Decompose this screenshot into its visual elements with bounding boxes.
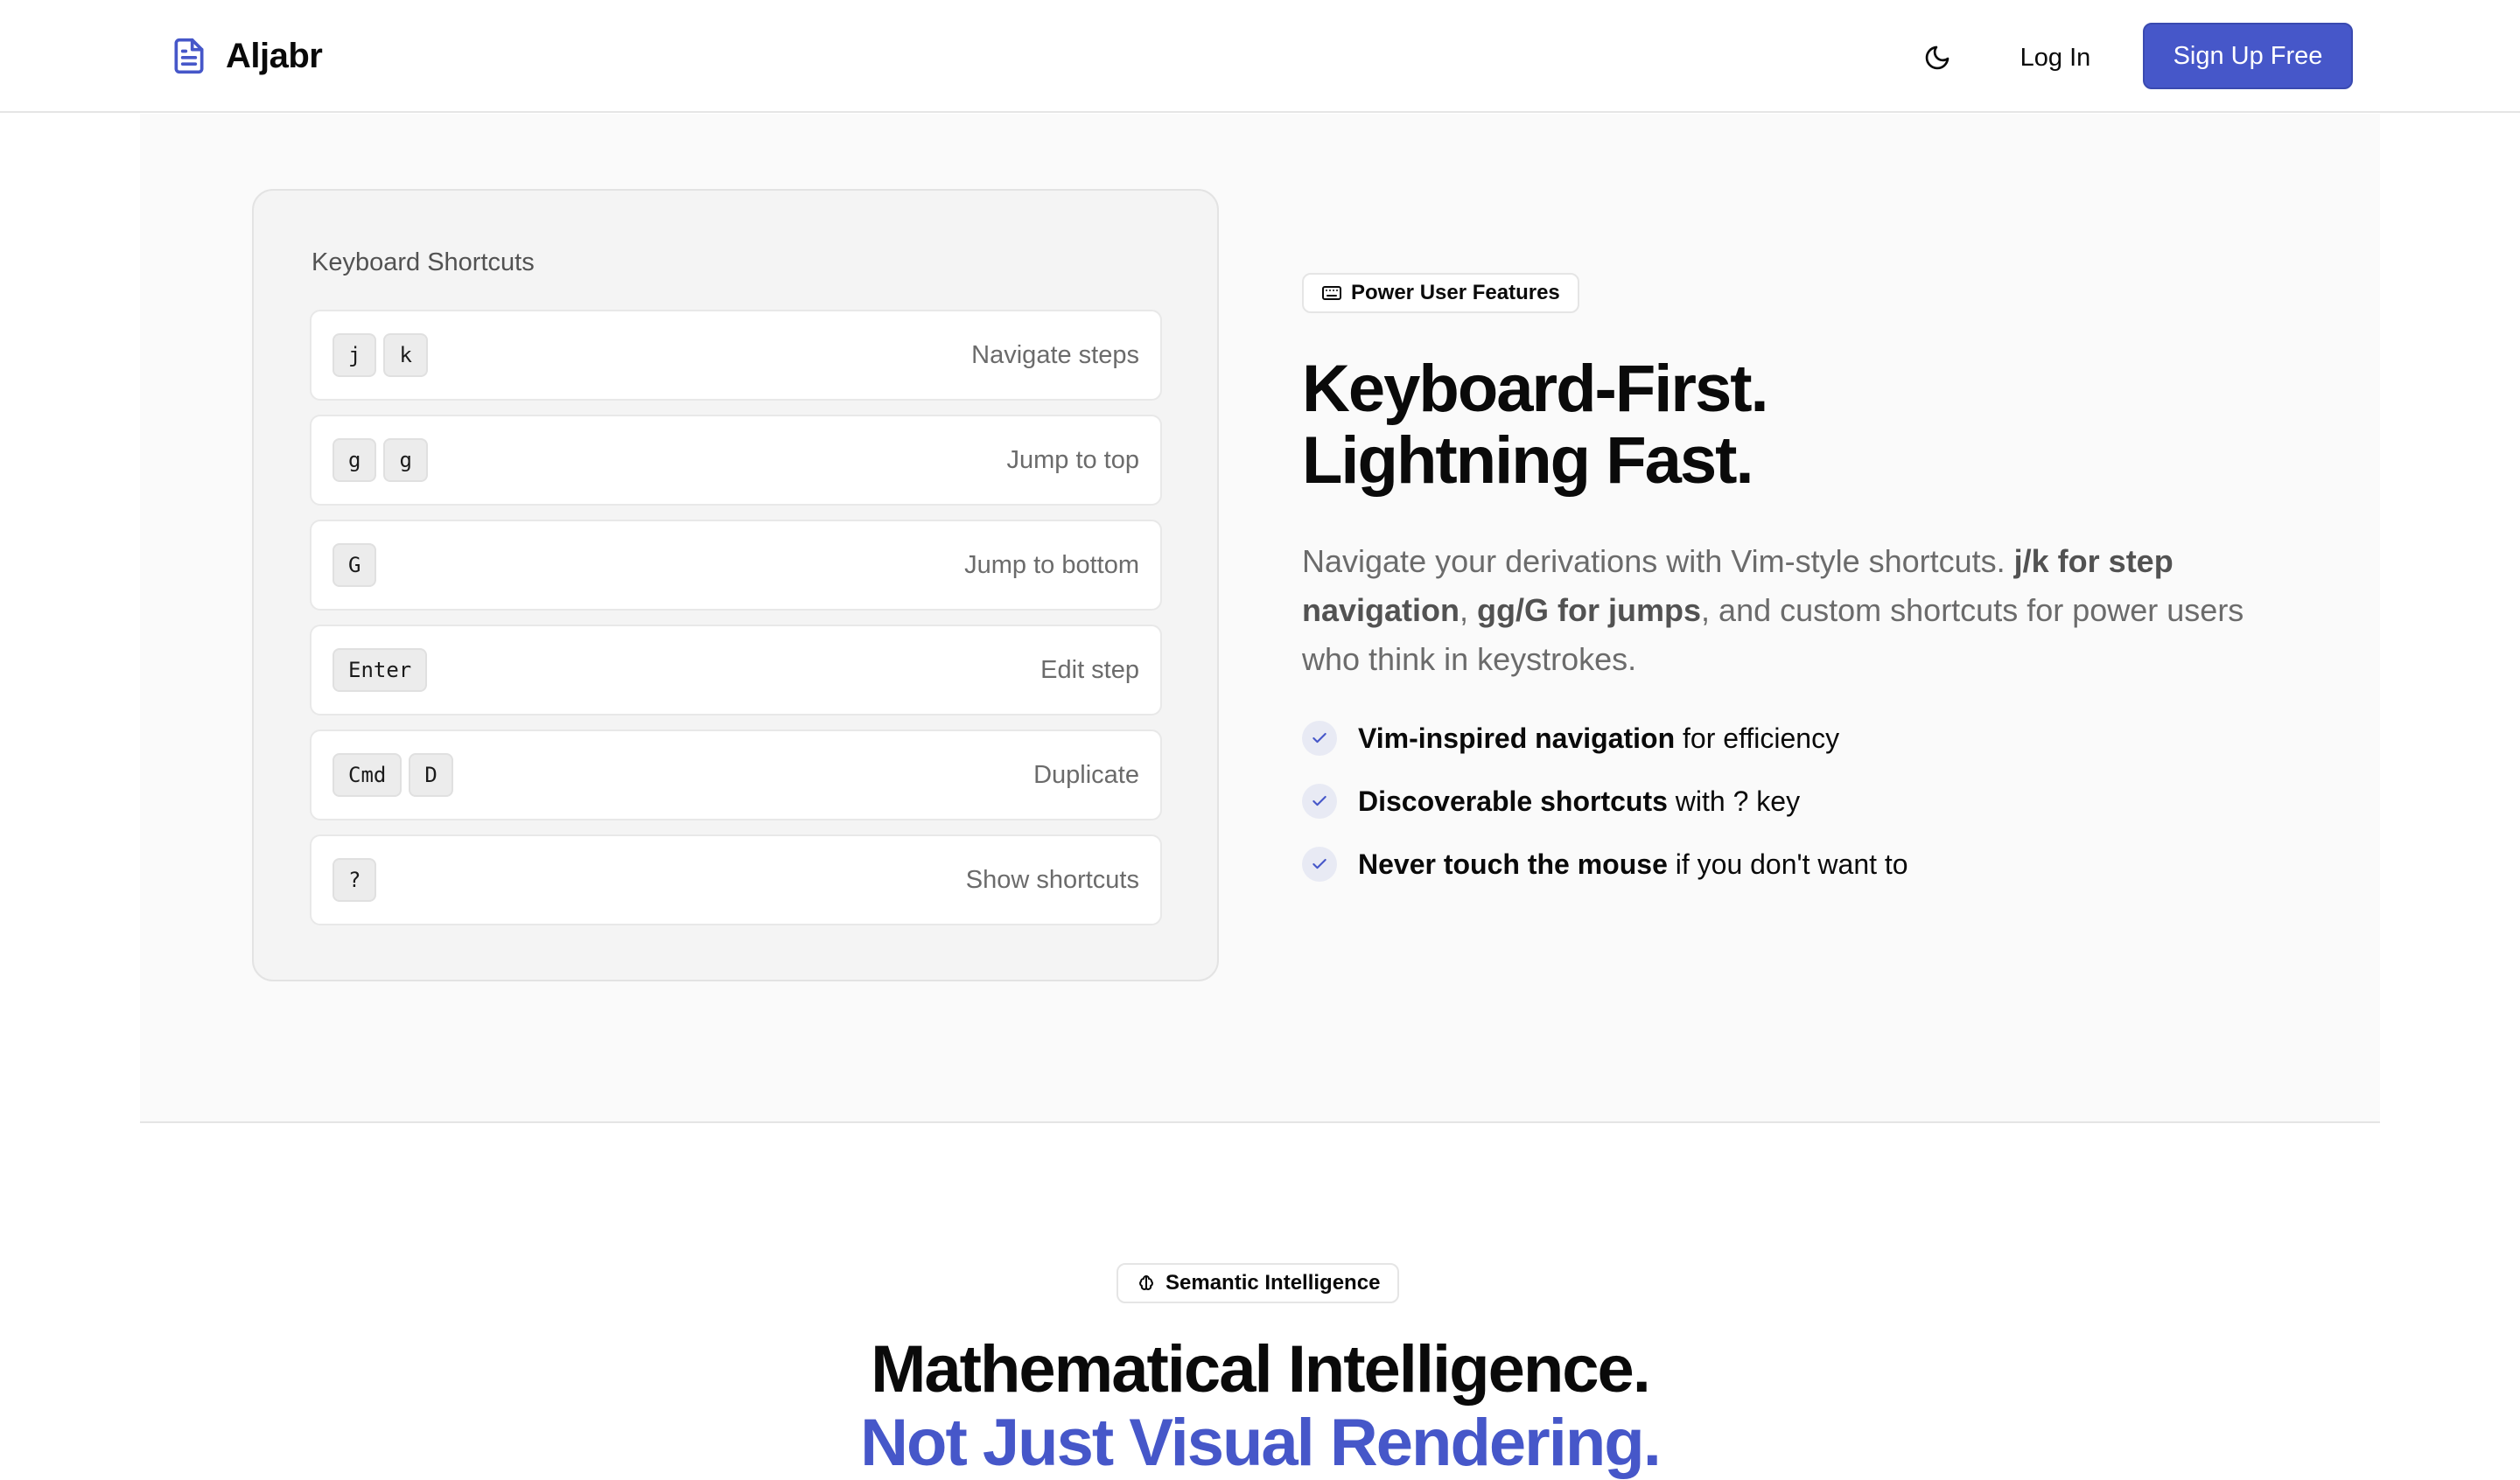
check-icon <box>1302 847 1337 882</box>
shortcut-label: Duplicate <box>1033 760 1139 789</box>
key-cap: g <box>332 438 377 482</box>
semantic-headline-line1: Mathematical Intelligence. <box>871 1332 1651 1407</box>
shortcut-row: g g Jump to top <box>310 415 1162 506</box>
bullet-bold: Discoverable shortcuts <box>1358 785 1668 817</box>
key-cap: Cmd <box>332 753 402 797</box>
brand-name: Aljabr <box>226 36 323 75</box>
login-link[interactable]: Log In <box>1998 35 2112 80</box>
moon-icon <box>1925 45 1950 70</box>
shortcut-label: Jump to bottom <box>964 550 1139 579</box>
signup-button[interactable]: Sign Up Free <box>2143 23 2353 89</box>
shortcut-keys: Enter <box>332 648 428 692</box>
bullet-bold: Vim-inspired navigation <box>1358 722 1676 754</box>
key-cap: Enter <box>332 648 428 692</box>
feature-bullet: Vim-inspired navigation for efficiency <box>1302 721 1908 756</box>
shortcuts-card: Keyboard Shortcuts j k Navigate steps g g Jum… <box>252 189 1219 981</box>
key-cap: G <box>332 543 377 587</box>
shortcut-label: Jump to top <box>1006 445 1139 474</box>
shortcut-label: Navigate steps <box>971 340 1139 369</box>
lead-text: , <box>1460 592 1478 628</box>
semantic-headline: Mathematical Intelligence. Not Just Visu… <box>0 1333 2520 1480</box>
feature-headline-line2: Lightning Fast. <box>1302 423 1754 498</box>
feature-headline-line1: Keyboard-First. <box>1302 352 1769 426</box>
semantic-badge: Semantic Intelligence <box>1116 1263 1400 1303</box>
brand-logo[interactable]: Aljabr <box>170 33 323 79</box>
shortcut-keys: G <box>332 543 377 587</box>
top-nav: Aljabr Log In Sign Up Free <box>0 0 2520 113</box>
bullet-rest: if you don't want to <box>1667 848 1908 880</box>
keyboard-feature-section: Keyboard Shortcuts j k Navigate steps g g Jum… <box>140 114 2380 1123</box>
shortcut-keys: Cmd D <box>332 753 453 797</box>
feature-lead: Navigate your derivations with Vim-style… <box>1302 537 2264 684</box>
shortcut-keys: jk <box>332 333 428 377</box>
shortcut-row: j k Navigate steps <box>310 310 1162 401</box>
feature-bullets: Vim-inspired navigation for efficiency Di… <box>1302 721 1908 910</box>
key-cap: k <box>383 333 428 377</box>
feature-badge-label: Power User Features <box>1351 281 1560 304</box>
brain-icon <box>1139 1275 1153 1290</box>
semantic-headline-line2: Not Just Visual Rendering. <box>860 1406 1662 1480</box>
shortcut-row: ? Show shortcuts <box>310 834 1162 925</box>
shortcut-label: Edit step <box>1040 655 1139 684</box>
shortcut-row: Enter Edit step <box>310 625 1162 716</box>
shortcut-row: G Jump to bottom <box>310 520 1162 611</box>
shortcut-row: Cmd D Duplicate <box>310 730 1162 820</box>
key-cap: j <box>332 333 377 377</box>
shortcut-keys: ? <box>332 858 377 902</box>
document-icon <box>174 38 204 74</box>
feature-bullet: Never touch the mouse if you don't want … <box>1302 847 1908 882</box>
lead-bold: gg/G for jumps <box>1477 592 1702 628</box>
key-cap: g <box>383 438 428 482</box>
theme-toggle-button[interactable] <box>1914 35 1960 80</box>
bullet-text: Never touch the mouse if you don't want … <box>1358 848 1908 881</box>
lead-text: Navigate your derivations with Vim-style… <box>1302 543 2014 579</box>
feature-badge: Power User Features <box>1302 273 1579 313</box>
shortcut-keys: gg <box>332 438 428 482</box>
shortcuts-card-title: Keyboard Shortcuts <box>312 248 535 276</box>
check-icon <box>1302 784 1337 819</box>
bullet-text: Discoverable shortcuts with ? key <box>1358 785 1800 818</box>
feature-bullet: Discoverable shortcuts with ? key <box>1302 784 1908 819</box>
bullet-rest: for efficiency <box>1675 722 1840 754</box>
bullet-bold: Never touch the mouse <box>1358 848 1668 880</box>
key-cap: D <box>409 753 453 797</box>
bullet-text: Vim-inspired navigation for efficiency <box>1358 723 1839 755</box>
shortcut-list: j k Navigate steps g g Jump to top G Jump to bo… <box>310 310 1162 939</box>
semantic-badge-label: Semantic Intelligence <box>1166 1271 1381 1295</box>
bullet-rest: with ? key <box>1667 785 1801 817</box>
keyboard-icon <box>1322 286 1341 300</box>
feature-headline: Keyboard-First. Lightning Fast. <box>1302 353 2264 497</box>
shortcut-label: Show shortcuts <box>965 865 1139 894</box>
check-icon <box>1302 721 1337 756</box>
key-cap: ? <box>332 858 377 902</box>
